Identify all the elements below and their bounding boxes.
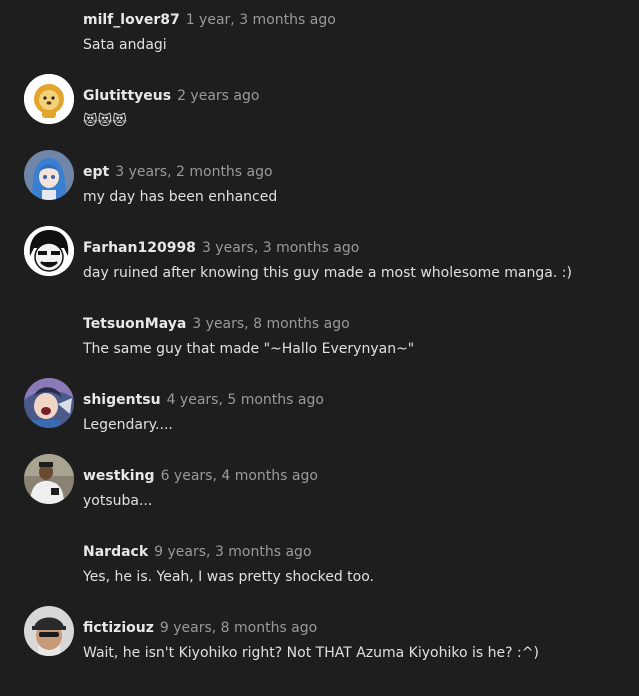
- comment-item: Farhan120998 3 years, 3 months ago day ru…: [0, 214, 639, 290]
- comment-item: fictiziouz 9 years, 8 months ago Wait, he…: [0, 594, 639, 670]
- person-with-cap-photo-icon: [24, 606, 74, 656]
- comment-item: shigentsu 4 years, 5 months ago Legendary…: [0, 366, 639, 442]
- comment-text: 😻😻😻: [83, 113, 127, 129]
- avatar[interactable]: [24, 226, 74, 276]
- comment-meta: fictiziouz 9 years, 8 months ago: [83, 618, 317, 638]
- comment-text: Sata andagi: [83, 37, 167, 53]
- comment-meta: westking 6 years, 4 months ago: [83, 466, 318, 486]
- comment-username[interactable]: milf_lover87: [83, 12, 180, 28]
- comment-item: Glutittyeus 2 years ago 😻😻😻: [0, 62, 639, 138]
- comment-username[interactable]: Nardack: [83, 544, 148, 560]
- comment-meta: TetsuonMaya 3 years, 8 months ago: [83, 314, 350, 334]
- avatar[interactable]: [24, 378, 74, 428]
- avatar[interactable]: [24, 606, 74, 656]
- comment-text: Yes, he is. Yeah, I was pretty shocked t…: [83, 569, 375, 585]
- comment-timestamp: 4 years, 5 months ago: [166, 392, 324, 408]
- comment-timestamp: 3 years, 2 months ago: [115, 164, 273, 180]
- comment-text: yotsuba...: [83, 493, 153, 509]
- comment-username[interactable]: Glutittyeus: [83, 88, 171, 104]
- comment-item: westking 6 years, 4 months ago yotsuba...: [0, 442, 639, 518]
- comment-item: TetsuonMaya 3 years, 8 months ago The sam…: [0, 290, 639, 366]
- comment-username[interactable]: westking: [83, 468, 155, 484]
- comment-text: day ruined after knowing this guy made a…: [83, 265, 572, 281]
- comment-timestamp: 2 years ago: [177, 88, 260, 104]
- comment-meta: ept 3 years, 2 months ago: [83, 162, 273, 182]
- comment-timestamp: 9 years, 3 months ago: [154, 544, 312, 560]
- comment-username[interactable]: shigentsu: [83, 392, 161, 408]
- bw-cartoon-face-icon: [24, 226, 74, 276]
- comment-timestamp: 9 years, 8 months ago: [159, 620, 318, 636]
- comment-timestamp: 1 year, 3 months ago: [185, 12, 336, 28]
- comment-username[interactable]: ept: [83, 164, 109, 180]
- comment-text: Legendary....: [83, 417, 173, 433]
- comment-timestamp: 6 years, 4 months ago: [160, 468, 318, 484]
- comment-text: Wait, he isn't Kiyohiko right? Not THAT …: [83, 645, 539, 661]
- avatar[interactable]: [24, 454, 74, 504]
- comment-meta: Nardack 9 years, 3 months ago: [83, 542, 312, 562]
- comment-meta: milf_lover87 1 year, 3 months ago: [83, 10, 336, 30]
- comment-meta: Farhan120998 3 years, 3 months ago: [83, 238, 359, 258]
- comment-item: Nardack 9 years, 3 months ago Yes, he is.…: [0, 518, 639, 594]
- comment-item: milf_lover87 1 year, 3 months ago Sata an…: [0, 0, 639, 62]
- lion-cartoon-icon: [24, 74, 74, 124]
- comment-timestamp: 3 years, 8 months ago: [192, 316, 350, 332]
- comment-text: my day has been enhanced: [83, 189, 278, 205]
- comment-text: The same guy that made "~Hallo Everynyan…: [83, 341, 415, 357]
- comment-list: milf_lover87 1 year, 3 months ago Sata an…: [0, 0, 639, 696]
- avatar[interactable]: [24, 74, 74, 124]
- anime-character-avatar-icon: [24, 378, 74, 428]
- comment-username[interactable]: fictiziouz: [83, 620, 154, 636]
- comment-username[interactable]: Farhan120998: [83, 240, 196, 256]
- comment-meta: Glutittyeus 2 years ago: [83, 86, 259, 106]
- comment-username[interactable]: TetsuonMaya: [83, 316, 186, 332]
- comment-item: ept 3 years, 2 months ago my day has been…: [0, 138, 639, 214]
- comment-timestamp: 3 years, 3 months ago: [201, 240, 360, 256]
- person-photo-icon: [24, 454, 74, 504]
- anime-girl-avatar-icon: [24, 150, 74, 200]
- comment-meta: shigentsu 4 years, 5 months ago: [83, 390, 324, 410]
- avatar[interactable]: [24, 150, 74, 200]
